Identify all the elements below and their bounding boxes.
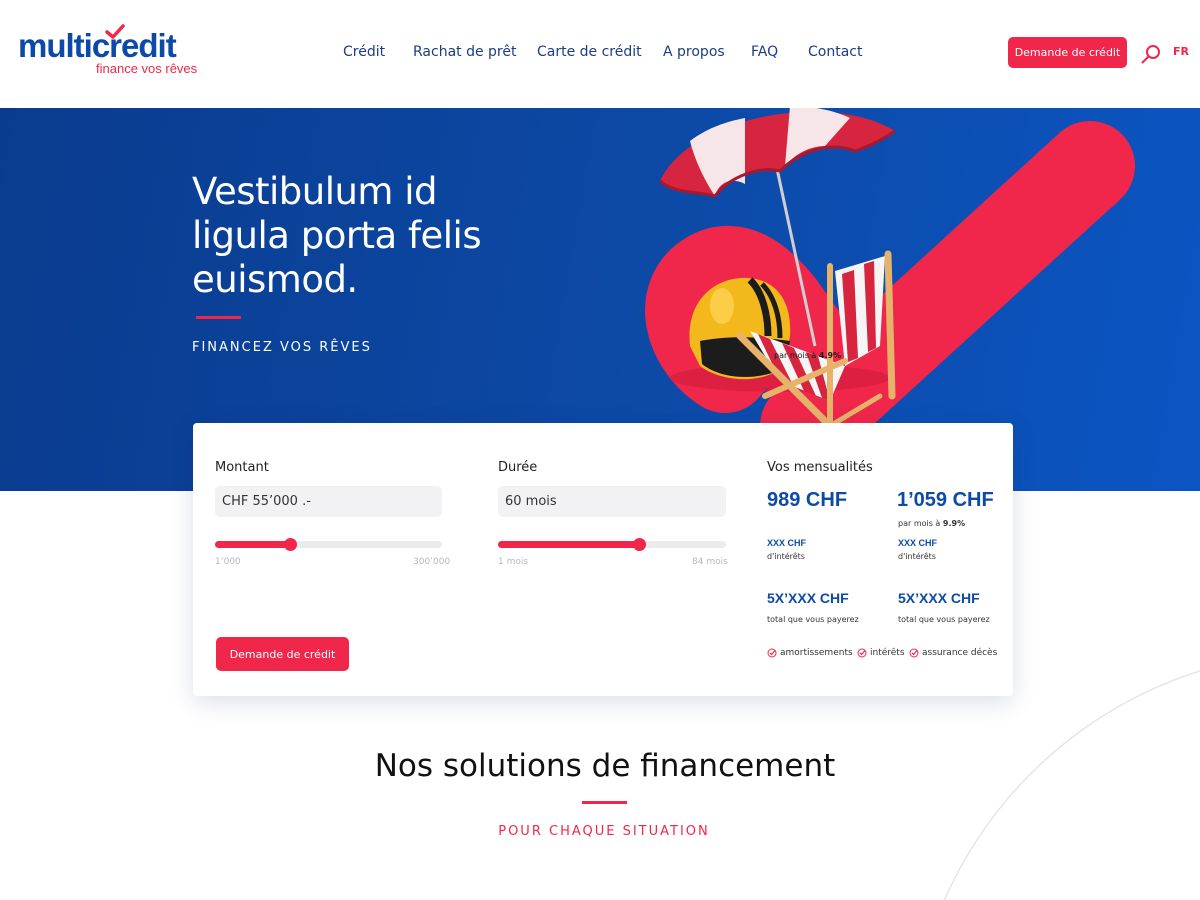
amount-slider[interactable] (215, 538, 442, 551)
nav-item-faq[interactable]: FAQ (751, 44, 778, 60)
monthly-amount-primary: 989 CHF (767, 489, 848, 511)
amount-slider-fill (215, 541, 290, 548)
nav-item-carte-de-credit[interactable]: Carte de crédit (537, 44, 642, 60)
amount-label: Montant (215, 460, 269, 475)
logo-check-icon (105, 24, 125, 39)
solutions-subtitle: POUR CHAQUE SITUATION (498, 824, 710, 839)
hero-subtitle: FINANCEZ VOS RÊVES (192, 340, 372, 355)
check-circle-icon (909, 648, 919, 658)
interest-value-secondary: XXX CHF (898, 538, 938, 548)
site-header: multicredit finance vos rêves Crédit Rac… (0, 0, 1200, 108)
hero-divider (196, 316, 241, 319)
duration-slider[interactable] (498, 538, 726, 551)
language-switch[interactable]: FR (1173, 45, 1189, 58)
check-circle-icon (767, 648, 777, 658)
calculator-credit-request-button[interactable]: Demande de crédit (216, 637, 349, 671)
include-interest: intérêts (857, 648, 905, 658)
amount-max-label: 300’000 (413, 557, 451, 567)
amount-min-label: 1’000 (215, 557, 241, 567)
total-label-primary: total que vous payerez (767, 615, 859, 624)
hero-title: Vestibulum id ligula porta felis euismod… (192, 170, 482, 301)
rate-label: par mois à (898, 519, 943, 528)
results-title: Vos mensualités (767, 460, 873, 475)
rate-value: 9.9% (942, 519, 966, 528)
duration-slider-fill (498, 541, 640, 548)
interest-value-primary: XXX CHF (767, 538, 807, 548)
duration-label: Durée (498, 460, 538, 475)
umbrella-graphic (659, 108, 896, 198)
nav-item-a-propos[interactable]: A propos (663, 44, 725, 60)
interest-label-primary: d'intérêts (767, 552, 805, 561)
hero-promo-text: par mois à 4.9% (774, 351, 841, 360)
nav-item-credit[interactable]: Crédit (343, 44, 385, 60)
nav-item-rachat-de-pret[interactable]: Rachat de prêt (413, 44, 516, 60)
header-credit-request-button[interactable]: Demande de crédit (1008, 37, 1127, 68)
solutions-divider (582, 801, 627, 804)
amount-slider-thumb[interactable] (283, 538, 297, 551)
duration-max-label: 84 mois (692, 557, 728, 567)
include-label: intérêts (870, 648, 905, 658)
total-value-primary: 5X’XXX CHF (767, 590, 849, 606)
promo-rate: 4.9% (818, 351, 842, 360)
total-label-secondary: total que vous payerez (898, 615, 990, 624)
check-circle-icon (857, 648, 867, 658)
duration-min-label: 1 mois (498, 557, 529, 567)
search-icon[interactable] (1140, 43, 1162, 65)
solutions-title: Nos solutions de financement (374, 748, 836, 784)
interest-label-secondary: d'intérêts (898, 552, 936, 561)
nav-item-contact[interactable]: Contact (808, 44, 862, 60)
amount-input[interactable] (215, 486, 442, 517)
include-amortization: amortissements (767, 648, 853, 658)
monthly-amount-secondary: 1’059 CHF (897, 489, 994, 511)
promo-label: par mois à (774, 351, 819, 360)
credit-calculator-card: Montant 1’000 300’000 Durée 1 mois 84 mo… (193, 423, 1013, 696)
rate-text-secondary: par mois à 9.9% (898, 519, 965, 528)
duration-slider-thumb[interactable] (633, 538, 647, 551)
total-value-secondary: 5X’XXX CHF (898, 590, 980, 606)
include-label: amortissements (780, 648, 853, 658)
duration-input[interactable] (498, 486, 726, 517)
